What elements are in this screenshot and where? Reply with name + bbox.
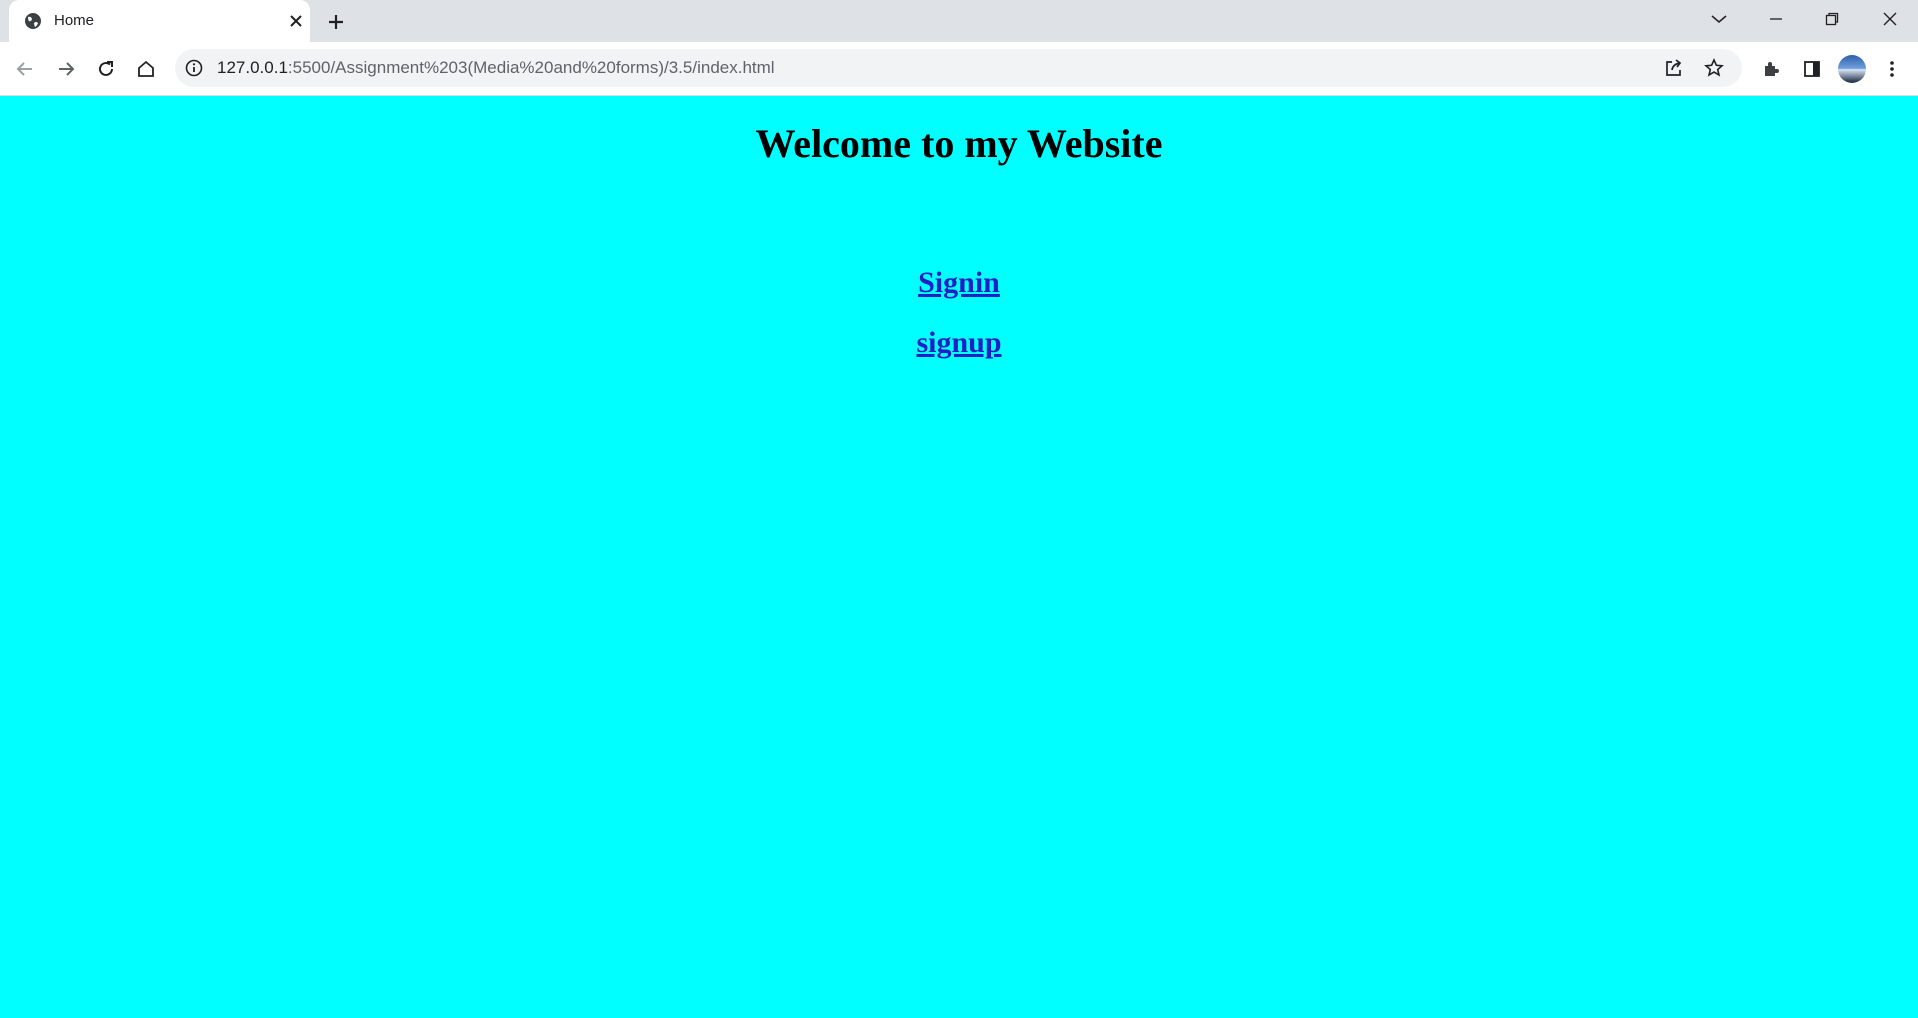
url-host: 127.0.0.1 bbox=[217, 58, 288, 77]
plus-icon[interactable] bbox=[324, 10, 348, 34]
signin-link[interactable]: Signin bbox=[918, 266, 1000, 299]
kebab-menu-icon[interactable] bbox=[1878, 55, 1906, 83]
side-panel-icon[interactable] bbox=[1798, 55, 1826, 83]
close-window-icon[interactable] bbox=[1862, 0, 1918, 38]
browser-toolbar: 127.0.0.1:5500/Assignment%203(Media%20an… bbox=[0, 42, 1918, 96]
puzzle-icon[interactable] bbox=[1757, 55, 1785, 83]
reload-icon[interactable] bbox=[92, 55, 120, 83]
tab-title: Home bbox=[54, 12, 95, 29]
url-path: :5500/Assignment%203(Media%20and%20forms… bbox=[287, 58, 775, 77]
forward-arrow-icon[interactable] bbox=[52, 55, 80, 83]
page-title: Welcome to my Website bbox=[755, 121, 1163, 166]
avatar[interactable] bbox=[1838, 55, 1866, 83]
chevron-down-icon[interactable] bbox=[1691, 0, 1747, 38]
star-icon[interactable] bbox=[1703, 57, 1725, 79]
home-icon[interactable] bbox=[132, 55, 160, 83]
minimize-icon[interactable] bbox=[1748, 0, 1804, 38]
share-icon[interactable] bbox=[1663, 57, 1685, 79]
info-icon[interactable] bbox=[185, 59, 203, 77]
signup-heading: signup bbox=[0, 326, 1918, 360]
globe-icon bbox=[23, 11, 43, 31]
url-text[interactable]: 127.0.0.1:5500/Assignment%203(Media%20an… bbox=[217, 49, 775, 87]
close-icon[interactable] bbox=[287, 12, 305, 30]
signin-heading: Signin bbox=[0, 266, 1918, 300]
restore-icon[interactable] bbox=[1804, 0, 1860, 38]
address-bar[interactable]: 127.0.0.1:5500/Assignment%203(Media%20an… bbox=[175, 49, 1742, 87]
page-content: Welcome to my Website Signin signup bbox=[0, 96, 1918, 1018]
signup-link[interactable]: signup bbox=[916, 326, 1001, 359]
back-arrow-icon[interactable] bbox=[11, 55, 39, 83]
tab-home[interactable]: Home bbox=[9, 0, 310, 42]
tab-strip: Home bbox=[0, 0, 1918, 42]
